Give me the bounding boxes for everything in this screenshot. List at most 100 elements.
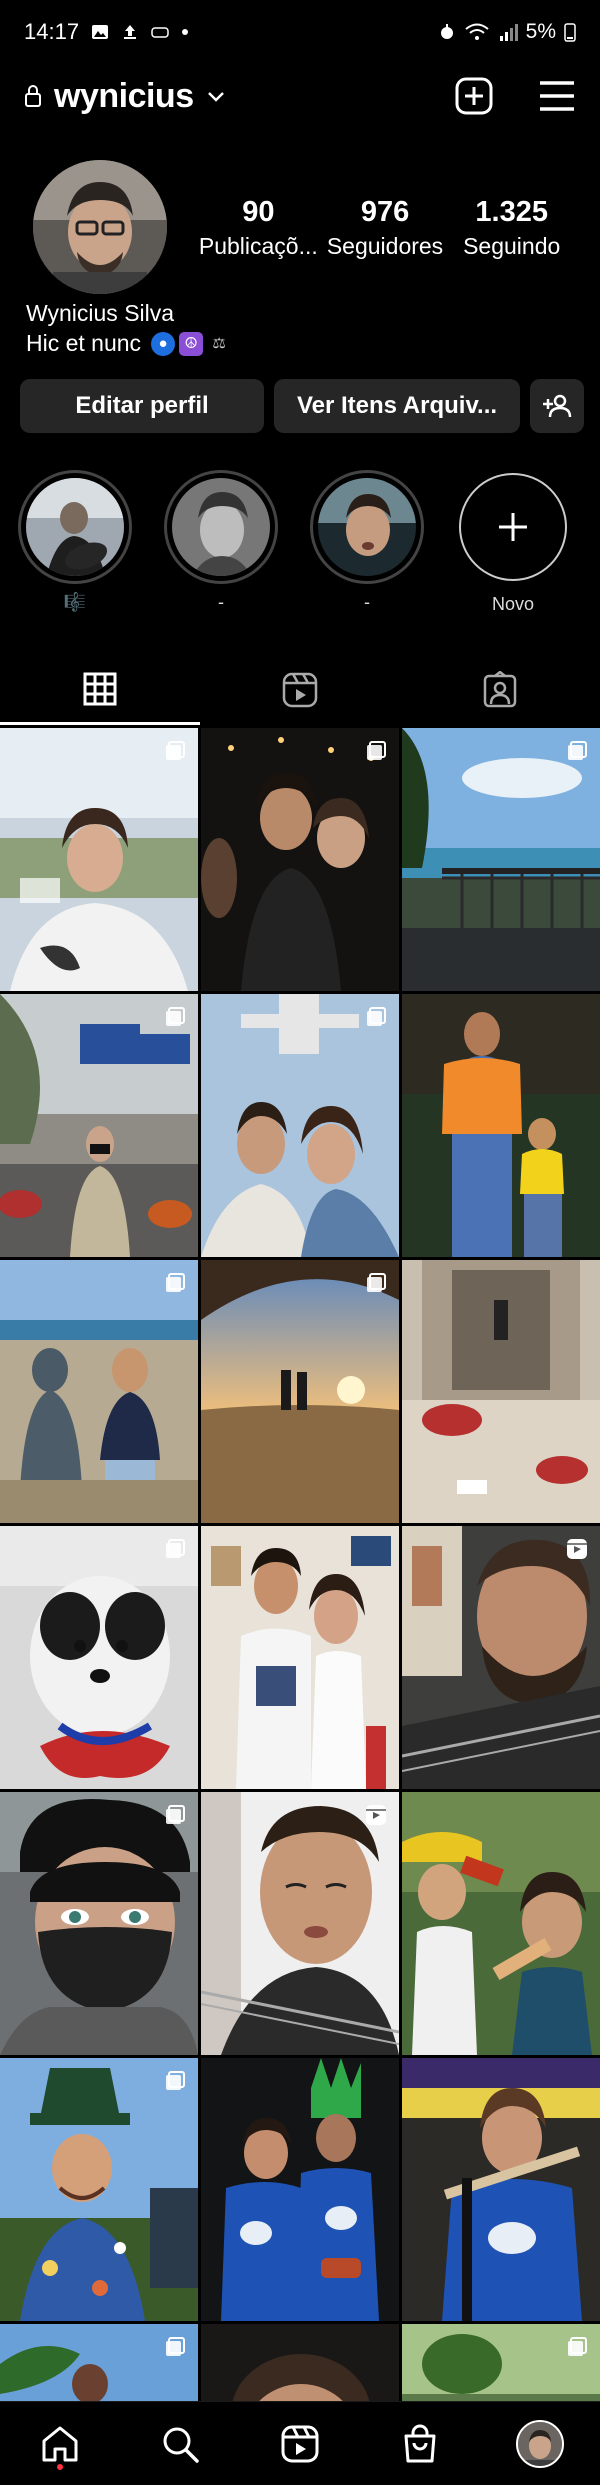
post-thumbnail[interactable] xyxy=(0,1260,198,1523)
lock-icon xyxy=(25,85,41,107)
carousel-icon xyxy=(166,1539,185,1558)
following-label: Seguindo xyxy=(463,233,561,259)
more-notifications-icon xyxy=(182,29,189,35)
profile-actions: Editar perfil Ver Itens Arquiv... xyxy=(20,379,584,433)
post-thumbnail[interactable] xyxy=(0,994,198,1257)
reel-icon xyxy=(366,1805,386,1825)
post-thumbnail[interactable] xyxy=(402,728,600,991)
followers-count: 976 xyxy=(360,196,410,228)
carousel-icon xyxy=(367,1007,386,1026)
search-icon xyxy=(163,2427,199,2463)
plus-icon xyxy=(499,513,527,541)
bio-text: Hic et nunc xyxy=(26,330,142,356)
post-thumbnail[interactable] xyxy=(201,1526,399,1789)
battery-text: 5% xyxy=(525,20,556,43)
new-highlight-label: Novo xyxy=(491,594,535,614)
profile-header: wynicius xyxy=(0,64,600,128)
nav-reels[interactable] xyxy=(270,2414,330,2474)
reels-icon xyxy=(282,672,318,708)
status-time: 14:17 xyxy=(24,19,80,44)
profile-avatar[interactable] xyxy=(33,160,167,294)
nazar-emoji-icon: ● xyxy=(151,331,176,356)
bio: Hic et nunc ● ☮ ⚖ xyxy=(26,330,231,357)
tab-reels[interactable] xyxy=(200,655,400,725)
post-thumbnail[interactable] xyxy=(0,2058,198,2321)
carousel-icon xyxy=(166,1273,185,1292)
upload-icon xyxy=(124,25,137,39)
bottom-navigation xyxy=(0,2401,600,2485)
carousel-icon xyxy=(166,1007,185,1026)
scales-emoji-icon: ⚖ xyxy=(212,334,226,352)
grid-icon xyxy=(83,672,117,705)
nav-search[interactable] xyxy=(150,2414,210,2474)
peace-emoji-icon: ☮ xyxy=(179,331,204,356)
following-count: 1.325 xyxy=(475,196,548,228)
post-thumbnail[interactable] xyxy=(0,1526,198,1789)
username[interactable]: wynicius xyxy=(54,77,194,116)
signal-icon xyxy=(499,24,518,41)
notification-dot xyxy=(57,2463,63,2470)
create-post-icon[interactable] xyxy=(454,76,494,116)
posts-stat[interactable]: 90 Publicaçõ... xyxy=(195,196,322,260)
nav-profile[interactable] xyxy=(510,2414,570,2474)
post-thumbnail[interactable] xyxy=(201,994,399,1257)
reel-icon xyxy=(567,1539,587,1559)
profile-avatar-small xyxy=(516,2419,564,2468)
display-name: Wynicius Silva xyxy=(26,300,175,326)
nav-shop[interactable] xyxy=(390,2414,450,2474)
app-notification-icon xyxy=(151,27,169,38)
posts-label: Publicaçõ... xyxy=(198,233,318,259)
shopping-bag-icon xyxy=(404,2424,436,2462)
nav-home[interactable] xyxy=(30,2414,90,2474)
archive-button[interactable]: Ver Itens Arquiv... xyxy=(274,379,520,433)
carousel-icon xyxy=(367,1273,386,1292)
chevron-down-icon[interactable] xyxy=(206,89,226,103)
home-icon xyxy=(42,2426,78,2461)
add-person-icon xyxy=(543,394,572,418)
followers-label: Seguidores xyxy=(326,233,444,259)
story-highlights: 🎼 - - Novo xyxy=(18,470,570,616)
carousel-icon xyxy=(166,2071,185,2090)
highlight-item[interactable]: 🎼 xyxy=(18,470,132,616)
alarm-icon xyxy=(440,24,453,39)
followers-stat[interactable]: 976 Seguidores xyxy=(322,196,449,260)
post-thumbnail[interactable] xyxy=(201,1792,399,2055)
profile-tabs xyxy=(0,655,600,725)
post-thumbnail[interactable] xyxy=(0,728,198,991)
post-thumbnail[interactable] xyxy=(402,994,600,1257)
highlight-label: 🎼 xyxy=(63,592,87,612)
status-bar: 14:17 5% xyxy=(0,0,600,64)
carousel-icon xyxy=(166,1805,185,1824)
carousel-icon xyxy=(367,741,386,760)
carousel-icon xyxy=(166,2337,185,2356)
posts-grid xyxy=(0,728,600,2485)
post-thumbnail[interactable] xyxy=(0,1792,198,2055)
highlight-label: - xyxy=(218,592,224,612)
reels-icon xyxy=(281,2425,319,2462)
post-thumbnail[interactable] xyxy=(201,2058,399,2321)
post-thumbnail[interactable] xyxy=(201,1260,399,1523)
highlight-item[interactable]: - xyxy=(310,470,424,616)
highlight-item[interactable]: - xyxy=(164,470,278,616)
tab-posts-grid[interactable] xyxy=(0,655,200,725)
new-highlight[interactable]: Novo xyxy=(456,470,570,616)
posts-count: 90 xyxy=(242,196,275,228)
menu-icon[interactable] xyxy=(538,79,576,113)
carousel-icon xyxy=(166,741,185,760)
post-thumbnail[interactable] xyxy=(402,1526,600,1789)
wifi-icon xyxy=(465,23,489,40)
gallery-icon xyxy=(92,25,109,39)
battery-icon xyxy=(564,23,576,42)
profile-stats: 90 Publicaçõ... 976 Seguidores 1.325 Seg… xyxy=(195,196,575,260)
following-stat[interactable]: 1.325 Seguindo xyxy=(448,196,575,260)
edit-profile-button[interactable]: Editar perfil xyxy=(20,379,264,433)
post-thumbnail[interactable] xyxy=(402,1260,600,1523)
carousel-icon xyxy=(568,741,587,760)
post-thumbnail[interactable] xyxy=(201,728,399,991)
post-thumbnail[interactable] xyxy=(402,2058,600,2321)
post-thumbnail[interactable] xyxy=(402,1792,600,2055)
discover-people-button[interactable] xyxy=(530,379,584,433)
carousel-icon xyxy=(568,2337,587,2356)
tab-tagged[interactable] xyxy=(400,655,600,725)
highlight-label: - xyxy=(364,592,370,612)
